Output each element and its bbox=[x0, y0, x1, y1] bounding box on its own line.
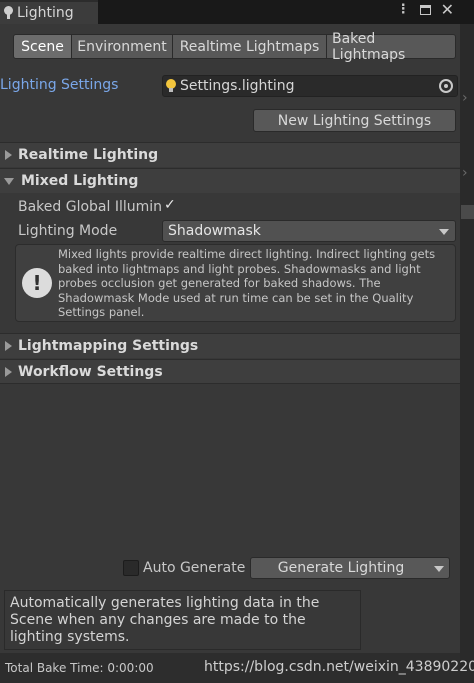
lighting-settings-field[interactable]: Settings.lighting bbox=[162, 75, 458, 97]
status-bar: Total Bake Time: 0:00:00 https://blog.cs… bbox=[0, 653, 474, 683]
dropdown-arrow-icon bbox=[439, 229, 449, 235]
section-workflow-settings[interactable]: Workflow Settings bbox=[0, 359, 460, 384]
window-controls: ⋮ ✕ bbox=[397, 2, 454, 18]
foldout-arrow-icon bbox=[5, 341, 12, 351]
section-lightmapping-settings[interactable]: Lightmapping Settings bbox=[0, 333, 460, 358]
lighting-mode-label: Lighting Mode bbox=[18, 223, 118, 239]
baked-gi-checkbox[interactable]: ✓ bbox=[164, 198, 178, 212]
maximize-icon[interactable] bbox=[419, 5, 431, 15]
foldout-arrow-icon bbox=[4, 177, 14, 185]
lightbulb-icon bbox=[165, 78, 177, 94]
chevron-right-icon: › bbox=[462, 90, 468, 106]
warning-icon: ! bbox=[22, 268, 52, 298]
mixed-lighting-help-box: ! Mixed lights provide realtime direct l… bbox=[15, 244, 456, 322]
auto-generate-label: Auto Generate bbox=[143, 560, 246, 576]
lighting-settings-asset-name: Settings.lighting bbox=[180, 78, 295, 94]
chevron-right-icon: › bbox=[462, 165, 468, 181]
scroll-handle[interactable] bbox=[461, 205, 474, 219]
tab-environment[interactable]: Environment bbox=[72, 34, 173, 59]
generate-lighting-label: Generate Lighting bbox=[277, 560, 405, 576]
section-title: Lightmapping Settings bbox=[18, 338, 199, 354]
lighting-window-tab[interactable]: Lighting bbox=[0, 0, 98, 24]
section-title: Mixed Lighting bbox=[21, 173, 139, 189]
section-mixed-lighting[interactable]: Mixed Lighting bbox=[0, 168, 460, 193]
section-realtime-lighting[interactable]: Realtime Lighting bbox=[0, 142, 460, 167]
lighting-mode-dropdown[interactable]: Shadowmask bbox=[162, 220, 456, 242]
tab-scene[interactable]: Scene bbox=[13, 34, 72, 59]
help-text: Mixed lights provide realtime direct lig… bbox=[58, 247, 436, 319]
lighting-mode-value: Shadowmask bbox=[168, 223, 261, 239]
menu-dots-icon[interactable]: ⋮ bbox=[397, 2, 410, 18]
section-title: Workflow Settings bbox=[18, 363, 163, 380]
tab-realtime-lightmaps[interactable]: Realtime Lightmaps bbox=[173, 34, 327, 59]
generate-lighting-button[interactable]: Generate Lighting bbox=[250, 557, 450, 579]
auto-generate-checkbox[interactable] bbox=[123, 560, 139, 576]
close-icon[interactable]: ✕ bbox=[441, 2, 454, 18]
auto-generate-tooltip: Automatically generates lighting data in… bbox=[4, 590, 361, 650]
bottom-bar: Auto Generate Generate Lighting Automati… bbox=[0, 553, 474, 683]
total-bake-time: Total Bake Time: 0:00:00 bbox=[5, 661, 154, 675]
foldout-arrow-icon bbox=[5, 150, 12, 160]
object-picker-icon[interactable] bbox=[439, 79, 453, 93]
window-tab-title: Lighting bbox=[17, 5, 74, 21]
baked-gi-label: Baked Global Illumin bbox=[18, 199, 162, 215]
lighting-tabs: Scene Environment Realtime Lightmaps Bak… bbox=[13, 31, 456, 63]
side-scroll-strip[interactable] bbox=[460, 24, 474, 683]
window-tab-bar: Lighting ⋮ ✕ bbox=[0, 0, 474, 24]
tab-baked-lightmaps[interactable]: Baked Lightmaps bbox=[327, 31, 456, 63]
dropdown-arrow-icon[interactable] bbox=[434, 566, 444, 572]
lighting-settings-row: Lighting Settings Settings.lighting bbox=[0, 74, 460, 98]
section-title: Realtime Lighting bbox=[18, 147, 159, 163]
new-lighting-settings-button[interactable]: New Lighting Settings bbox=[253, 109, 456, 132]
foldout-arrow-icon bbox=[5, 366, 12, 377]
lighting-settings-label: Lighting Settings bbox=[0, 77, 119, 93]
watermark-text: https://blog.csdn.net/weixin_43890220 bbox=[204, 659, 474, 675]
lightbulb-icon bbox=[4, 6, 13, 20]
